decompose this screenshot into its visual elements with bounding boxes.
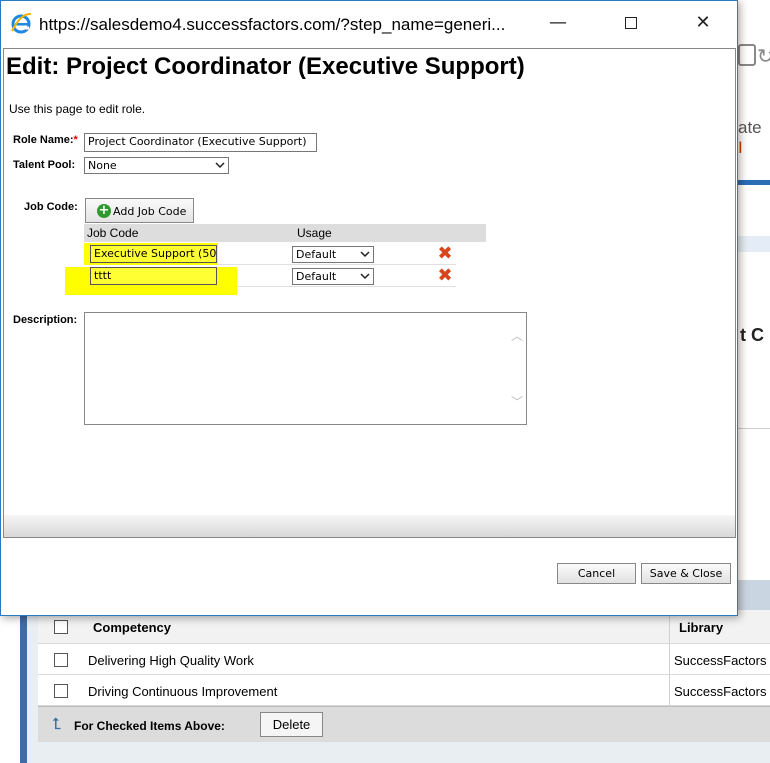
role-name-input[interactable]: Project Coordinator (Executive Support) bbox=[84, 133, 317, 152]
required-marker: * bbox=[73, 134, 78, 146]
section-header-strip bbox=[735, 580, 770, 610]
dialog-content: Edit: Project Coordinator (Executive Sup… bbox=[3, 48, 736, 538]
job-code-input[interactable]: Executive Support (500 bbox=[90, 245, 217, 263]
add-job-code-button[interactable]: + Add Job Code bbox=[85, 198, 194, 223]
library-cell: SuccessFactors 2 bbox=[674, 684, 770, 699]
ie-browser-icon bbox=[11, 12, 32, 34]
table-footer: ⮤ For Checked Items Above: Delete bbox=[38, 706, 770, 742]
column-header-job-code: Job Code bbox=[87, 226, 139, 240]
move-up-icon: ⮤ bbox=[52, 714, 62, 733]
window-url: https://salesdemo4.successfactors.com/?s… bbox=[39, 15, 506, 34]
row-checkbox[interactable] bbox=[54, 653, 68, 667]
scroll-up-icon[interactable]: ︿ bbox=[511, 327, 523, 344]
add-job-code-label: Add Job Code bbox=[113, 205, 187, 218]
table-row: Delivering High Quality Work SuccessFact… bbox=[38, 644, 770, 675]
usage-select[interactable]: Default bbox=[292, 246, 374, 263]
dropdown-arrow-icon bbox=[215, 162, 225, 169]
row-checkbox[interactable] bbox=[54, 684, 68, 698]
column-separator bbox=[669, 644, 670, 674]
usage-value: Default bbox=[296, 270, 337, 283]
content-bottom-bar bbox=[4, 515, 735, 537]
popup-window: https://salesdemo4.successfactors.com/?s… bbox=[0, 0, 738, 616]
job-code-row: tttt Default ✖ bbox=[65, 265, 456, 295]
column-header-usage: Usage bbox=[297, 226, 332, 240]
delete-button[interactable]: Delete bbox=[260, 712, 323, 737]
maximize-icon[interactable] bbox=[619, 11, 643, 35]
competency-table: Competency Library Delivering High Quali… bbox=[38, 610, 770, 742]
job-code-label: Job Code: bbox=[24, 201, 78, 213]
competency-cell: Delivering High Quality Work bbox=[88, 653, 254, 668]
column-separator bbox=[669, 675, 670, 705]
select-all-checkbox[interactable] bbox=[54, 620, 68, 634]
add-icon: + bbox=[97, 203, 111, 218]
minimize-icon[interactable]: — bbox=[546, 11, 570, 35]
save-close-button[interactable]: Save & Close bbox=[641, 563, 731, 584]
usage-select[interactable]: Default bbox=[292, 268, 374, 285]
intro-text: Use this page to edit role. bbox=[9, 102, 146, 116]
background-strip bbox=[738, 236, 770, 252]
window-titlebar[interactable]: https://salesdemo4.successfactors.com/?s… bbox=[1, 1, 737, 47]
description-label: Description: bbox=[13, 314, 78, 326]
background-rule bbox=[738, 428, 770, 429]
cancel-button[interactable]: Cancel bbox=[557, 563, 636, 584]
scroll-down-icon[interactable]: ﹀ bbox=[511, 393, 523, 410]
textarea-scrollbar[interactable]: ︿ ﹀ bbox=[509, 313, 526, 424]
refresh-icon[interactable]: ↻ bbox=[757, 44, 770, 68]
dropdown-arrow-icon bbox=[360, 251, 370, 258]
job-code-input[interactable]: tttt bbox=[90, 267, 217, 285]
delete-x-icon[interactable]: ✖ bbox=[436, 245, 454, 263]
footer-label: For Checked Items Above: bbox=[74, 719, 225, 733]
column-header-library: Library bbox=[679, 620, 724, 635]
page-icon bbox=[738, 44, 756, 66]
delete-x-icon[interactable]: ✖ bbox=[436, 267, 454, 285]
competency-cell: Driving Continuous Improvement bbox=[88, 684, 278, 699]
page-title: Edit: Project Coordinator (Executive Sup… bbox=[6, 53, 525, 80]
table-row: Driving Continuous Improvement SuccessFa… bbox=[38, 675, 770, 706]
library-cell: SuccessFactors 2 bbox=[674, 653, 770, 668]
background-divider bbox=[738, 180, 770, 185]
role-name-label: Role Name:* bbox=[13, 134, 78, 146]
talent-pool-label: Talent Pool: bbox=[13, 159, 76, 171]
talent-pool-select[interactable]: None bbox=[84, 157, 229, 174]
job-code-row: Executive Support (500 Default ✖ bbox=[84, 243, 456, 265]
column-header-competency: Competency bbox=[93, 620, 172, 635]
usage-value: Default bbox=[296, 248, 337, 261]
background-partial-text: ate I bbox=[738, 118, 762, 157]
job-code-table-header: Job Code Usage bbox=[84, 224, 486, 242]
close-icon[interactable]: ✕ bbox=[691, 11, 715, 35]
background-partial-heading: t C bbox=[740, 325, 764, 345]
talent-pool-value: None bbox=[88, 159, 117, 172]
description-textarea[interactable]: ︿ ﹀ bbox=[84, 312, 527, 425]
dropdown-arrow-icon bbox=[360, 273, 370, 280]
